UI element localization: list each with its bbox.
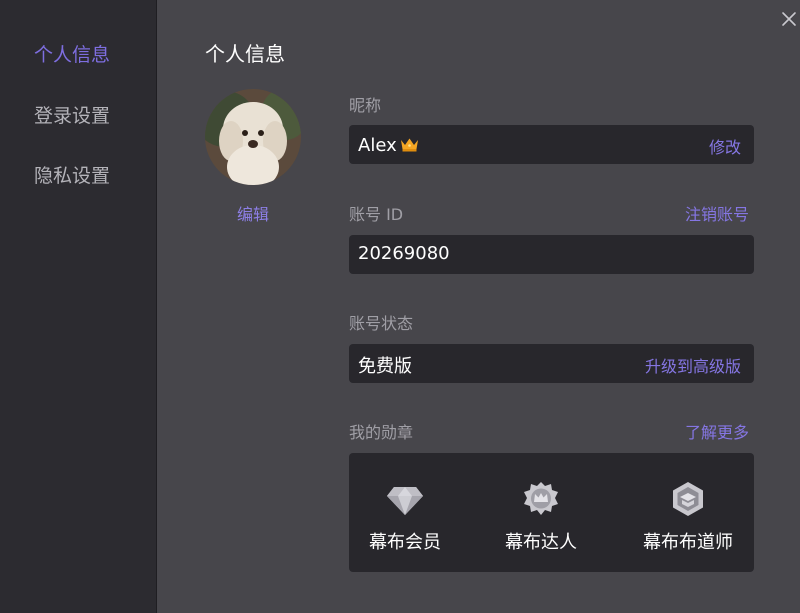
avatar[interactable]: [205, 89, 301, 185]
badge-member[interactable]: 幕布会员: [340, 479, 470, 554]
account-id-field: 20269080: [349, 235, 754, 274]
sidebar-item-login-settings[interactable]: 登录设置: [34, 101, 110, 128]
sidebar-item-profile[interactable]: 个人信息: [34, 40, 110, 67]
nickname-label: 昵称: [349, 96, 382, 115]
badge-label: 幕布达人: [505, 532, 577, 553]
crown-icon: [400, 136, 419, 157]
badge-evangelist[interactable]: 幕布布道师: [623, 479, 753, 554]
upgrade-button[interactable]: 升级到高级版: [645, 353, 741, 377]
nickname-value-wrap: Alex: [358, 133, 419, 157]
settings-window: 个人信息 登录设置 隐私设置 个人信息 编辑 昵称 Alex 修改 账号 ID …: [0, 0, 800, 613]
hexagon-badge-icon: [668, 479, 708, 519]
badge-expert[interactable]: 幕布达人: [476, 479, 606, 554]
nickname-value: Alex: [358, 134, 397, 156]
account-status-value: 免费版: [358, 356, 412, 377]
sidebar: 个人信息 登录设置 隐私设置: [0, 0, 157, 613]
close-icon[interactable]: [778, 8, 800, 30]
sidebar-item-privacy-settings[interactable]: 隐私设置: [34, 161, 110, 188]
crown-badge-icon: [521, 479, 561, 519]
avatar-edit-button[interactable]: 编辑: [205, 201, 301, 225]
badges-label: 我的勋章: [349, 423, 414, 442]
account-status-label: 账号状态: [349, 314, 414, 333]
diamond-icon: [385, 479, 425, 519]
badge-label: 幕布布道师: [643, 532, 733, 553]
learn-more-link[interactable]: 了解更多: [685, 419, 749, 443]
account-status-field: 免费版 升级到高级版: [349, 344, 754, 383]
badge-label: 幕布会员: [369, 532, 441, 553]
nickname-field: Alex 修改: [349, 125, 754, 164]
page-title: 个人信息: [205, 42, 285, 66]
cancel-account-link[interactable]: 注销账号: [685, 201, 749, 225]
badges-panel: 幕布会员 幕布达人 幕布布道师: [349, 453, 754, 572]
edit-nickname-button[interactable]: 修改: [709, 134, 741, 158]
account-id-label: 账号 ID: [349, 205, 404, 224]
account-id-value: 20269080: [358, 243, 450, 264]
